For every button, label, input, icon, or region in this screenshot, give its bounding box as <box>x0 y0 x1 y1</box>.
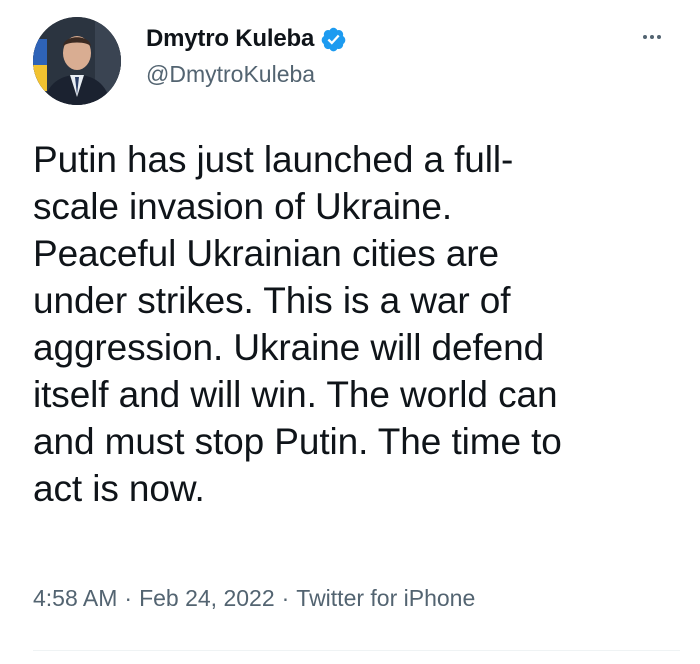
tweet-text-line: scale invasion of Ukraine. <box>33 186 452 227</box>
tweet-text-line: itself and will win. The world can <box>33 374 558 415</box>
tweet-card: Dmytro Kuleba @DmytroKuleba Putin has ju… <box>0 0 700 664</box>
tweet-date[interactable]: Feb 24, 2022 <box>139 585 275 611</box>
separator-dot: · <box>281 585 290 611</box>
tweet-text-line: act is now. <box>33 468 205 509</box>
tweet-text-line: Peaceful Ukrainian cities are <box>33 233 499 274</box>
tweet-source[interactable]: Twitter for iPhone <box>296 585 475 611</box>
display-name-row: Dmytro Kuleba <box>146 21 347 57</box>
tweet-text: Putin has just launched a full- scale in… <box>33 136 678 512</box>
tweet-text-line: and must stop Putin. The time to <box>33 421 562 462</box>
tweet-metadata: 4:58 AM · Feb 24, 2022 · Twitter for iPhone <box>33 585 475 612</box>
display-name[interactable]: Dmytro Kuleba <box>146 25 314 53</box>
tweet-time[interactable]: 4:58 AM <box>33 585 117 611</box>
avatar[interactable] <box>33 17 121 105</box>
separator-dot: · <box>124 585 133 611</box>
tweet-text-line: Putin has just launched a full- <box>33 139 514 180</box>
more-options-icon[interactable] <box>634 19 670 55</box>
tweet-text-line: under strikes. This is a war of <box>33 280 511 321</box>
verified-badge-icon <box>320 26 347 53</box>
author-handle[interactable]: @DmytroKuleba <box>146 61 347 88</box>
tweet-header: Dmytro Kuleba @DmytroKuleba <box>33 17 680 107</box>
divider <box>33 650 680 651</box>
tweet-text-line: aggression. Ukraine will defend <box>33 327 545 368</box>
avatar-image <box>33 17 121 105</box>
author-names: Dmytro Kuleba @DmytroKuleba <box>146 21 347 88</box>
